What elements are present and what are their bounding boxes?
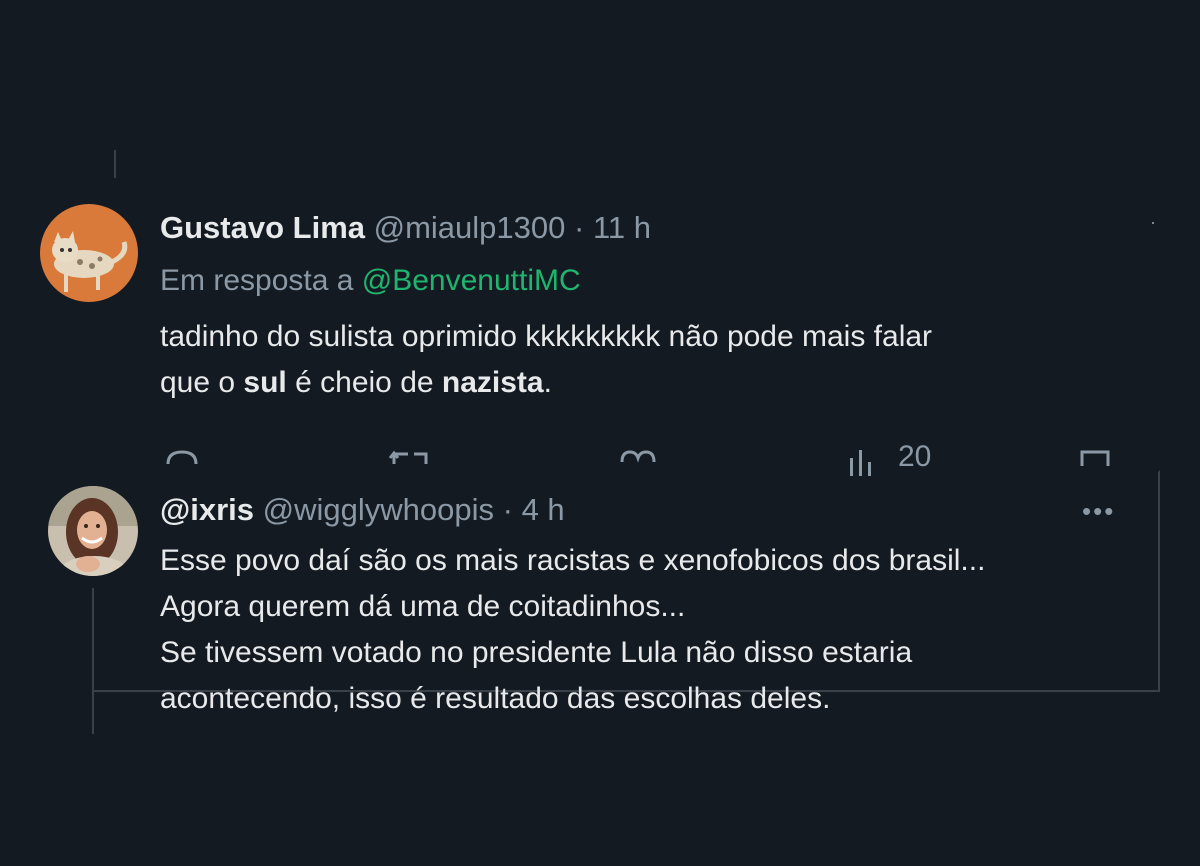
tweet1-line1: tadinho do sulista oprimido kkkkkkkkk nã… xyxy=(160,320,933,353)
more-icon[interactable]: · xyxy=(1150,212,1158,233)
more-options-icon[interactable]: ••• xyxy=(1082,496,1115,527)
author-handle[interactable]: @wigglywhoopis xyxy=(263,492,494,527)
views-icon[interactable] xyxy=(846,442,886,476)
reply-icon[interactable] xyxy=(162,442,202,476)
tweet2-header: @ixris @wigglywhoopis · 4 h xyxy=(160,490,565,530)
avatar-gustavo[interactable] xyxy=(40,204,138,302)
timestamp[interactable]: 4 h xyxy=(522,492,565,527)
author-name[interactable]: @ixris xyxy=(160,492,254,527)
tweet1-text: tadinho do sulista oprimido kkkkkkkkk nã… xyxy=(160,314,932,406)
tweet2-line: Agora querem dá uma de coitadinhos... xyxy=(160,590,686,623)
tweet2-line: Esse povo daí são os mais racistas e xen… xyxy=(160,544,986,577)
tweet2-text: Esse povo daí são os mais racistas e xen… xyxy=(160,538,985,722)
author-name[interactable]: Gustavo Lima xyxy=(160,210,365,245)
cat-avatar-image xyxy=(40,204,138,302)
avatar-ixris[interactable] xyxy=(48,486,138,576)
tweet1-header: Gustavo Lima @miaulp1300 · 11 h xyxy=(160,208,651,248)
bookmark-icon[interactable] xyxy=(1076,442,1116,476)
tweet2-line: acontecendo, isso é resultado das escolh… xyxy=(160,682,831,715)
reply-prefix: Em resposta a xyxy=(160,264,354,297)
tweet2-line: Se tivessem votado no presidente Lula nã… xyxy=(160,636,913,669)
tweet1-line2: que o sul é cheio de nazista. xyxy=(160,366,552,399)
reply-context: Em resposta a @BenvenuttiMC xyxy=(160,264,581,298)
separator-dot: · xyxy=(574,210,585,245)
woman-avatar-image xyxy=(48,486,138,576)
reply-mention-link[interactable]: @BenvenuttiMC xyxy=(362,264,581,297)
retweet-icon[interactable] xyxy=(388,442,432,476)
timestamp[interactable]: 11 h xyxy=(593,210,651,245)
separator-dot: · xyxy=(502,492,513,527)
like-icon[interactable] xyxy=(618,442,658,476)
views-count: 20 xyxy=(898,440,932,473)
author-handle[interactable]: @miaulp1300 xyxy=(374,210,566,245)
thread-line-top xyxy=(114,150,116,178)
tweet1-actions: 20 xyxy=(0,436,1200,476)
